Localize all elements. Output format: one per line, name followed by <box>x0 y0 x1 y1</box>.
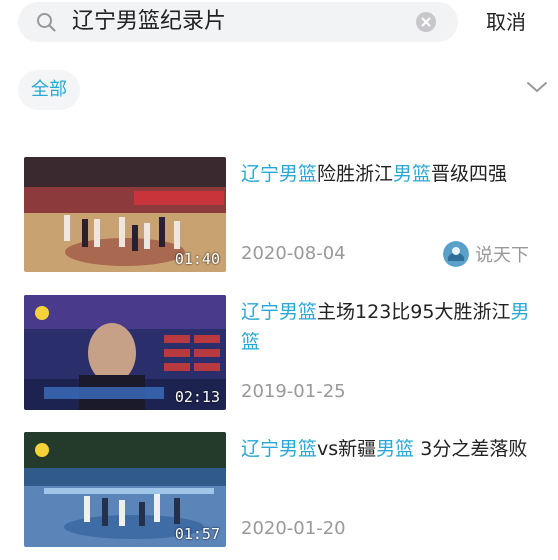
title-text: 主场123比95大胜浙江 <box>317 301 511 323</box>
result-title[interactable]: 辽宁男篮主场123比95大胜浙江男篮 <box>241 297 541 357</box>
video-duration: 01:40 <box>174 250 220 268</box>
search-input[interactable]: 辽宁男篮纪录片 <box>18 2 458 42</box>
title-keyword-highlight: 辽宁男篮 <box>241 301 318 323</box>
source-avatar-icon <box>443 241 469 267</box>
video-thumbnail[interactable]: 01:40 <box>24 157 226 272</box>
result-title[interactable]: 辽宁男篮vs新疆男篮 3分之差落败 <box>241 434 541 464</box>
filter-tab-all[interactable]: 全部 <box>18 70 80 110</box>
video-duration: 02:13 <box>174 388 220 406</box>
chevron-down-icon[interactable] <box>526 80 548 94</box>
title-keyword-highlight: 男篮 <box>376 438 415 460</box>
result-item[interactable]: 02:13 辽宁男篮主场123比95大胜浙江男篮 2019-01-25 <box>0 295 558 415</box>
result-item[interactable]: 01:57 辽宁男篮vs新疆男篮 3分之差落败 2020-01-20 <box>0 432 558 552</box>
title-text: 3分之差落败 <box>414 438 528 460</box>
title-keyword-highlight: 辽宁男篮 <box>241 163 318 185</box>
search-icon <box>37 13 56 32</box>
result-title[interactable]: 辽宁男篮险胜浙江男篮晋级四强 <box>241 159 541 189</box>
title-text: 险胜浙江 <box>317 163 394 185</box>
result-source[interactable]: 说天下 <box>443 239 529 269</box>
clear-icon[interactable] <box>415 11 437 33</box>
video-duration: 01:57 <box>174 525 220 543</box>
filter-bar: 全部 <box>0 66 558 116</box>
result-date: 2020-08-04 <box>241 243 346 264</box>
title-keyword-highlight: 男篮 <box>393 163 432 185</box>
result-item[interactable]: 01:40 辽宁男篮险胜浙江男篮晋级四强 2020-08-04 说天下 <box>0 157 558 277</box>
search-bar: 辽宁男篮纪录片 取消 <box>0 0 558 44</box>
result-date: 2019-01-25 <box>241 381 346 402</box>
title-text: vs新疆 <box>317 438 377 460</box>
video-thumbnail[interactable]: 01:57 <box>24 432 226 547</box>
cancel-button[interactable]: 取消 <box>486 8 526 36</box>
title-text: 晋级四强 <box>431 163 508 185</box>
title-keyword-highlight: 辽宁男篮 <box>241 438 318 460</box>
video-thumbnail[interactable]: 02:13 <box>24 295 226 410</box>
search-query[interactable]: 辽宁男篮纪录片 <box>72 8 226 36</box>
result-date: 2020-01-20 <box>241 518 346 539</box>
source-name: 说天下 <box>475 245 529 266</box>
